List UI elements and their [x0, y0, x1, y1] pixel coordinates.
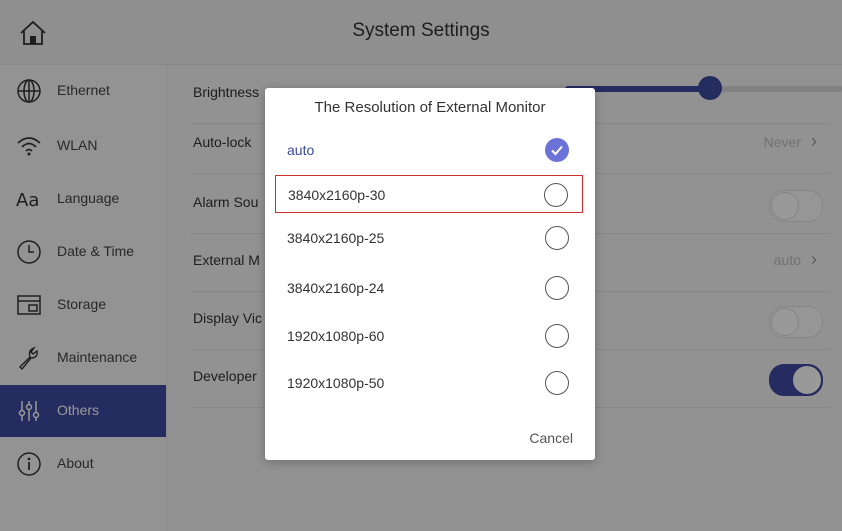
option-label: 1920x1080p-50	[287, 375, 385, 391]
cancel-button[interactable]: Cancel	[529, 430, 573, 446]
radio-circle-icon	[544, 183, 568, 207]
resolution-option-auto[interactable]: auto	[275, 131, 583, 169]
resolution-option-3840x2160p-24[interactable]: 3840x2160p-24	[275, 269, 583, 307]
resolution-option-1920x1080p-60[interactable]: 1920x1080p-60	[275, 317, 583, 355]
resolution-dialog: The Resolution of External Monitor auto …	[265, 88, 595, 460]
option-label: 3840x2160p-24	[287, 280, 385, 296]
option-label: 3840x2160p-25	[287, 230, 385, 246]
option-label: 3840x2160p-30	[288, 187, 386, 203]
dialog-title: The Resolution of External Monitor	[314, 99, 546, 116]
option-label: auto	[287, 142, 315, 158]
resolution-option-3840x2160p-30[interactable]: 3840x2160p-30	[275, 175, 583, 213]
resolution-option-1920x1080p-50[interactable]: 1920x1080p-50	[275, 364, 583, 402]
radio-circle-icon	[545, 226, 569, 250]
resolution-option-3840x2160p-25[interactable]: 3840x2160p-25	[275, 219, 583, 257]
radio-circle-icon	[545, 371, 569, 395]
radio-circle-icon	[545, 276, 569, 300]
check-circle-icon	[545, 138, 569, 162]
option-label: 1920x1080p-60	[287, 328, 385, 344]
radio-circle-icon	[545, 324, 569, 348]
